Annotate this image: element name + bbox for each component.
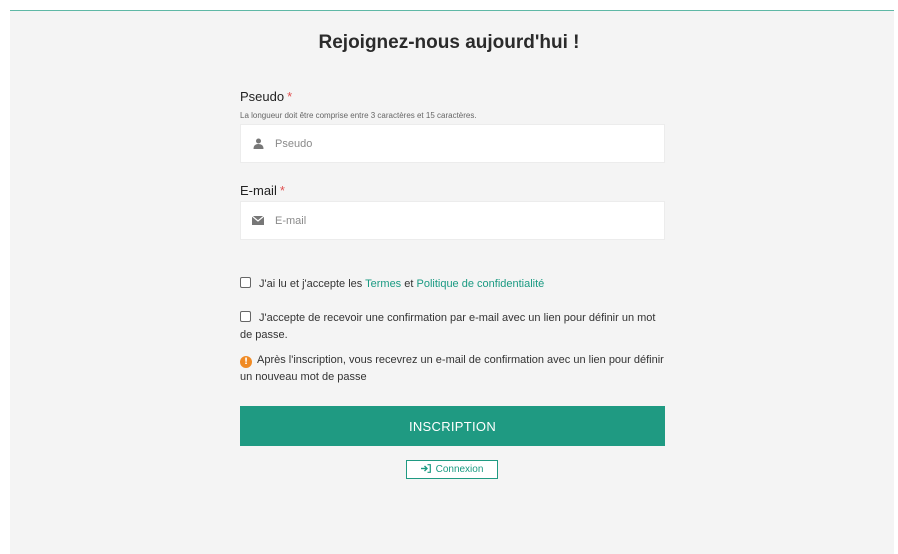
email-label-text: E-mail xyxy=(240,183,277,198)
terms-checkbox[interactable] xyxy=(240,277,251,288)
page-title: Rejoignez-nous aujourd'hui ! xyxy=(318,32,580,53)
info-note: ! Après l'inscription, vous recevrez un e… xyxy=(240,352,670,386)
email-required-mark: * xyxy=(279,183,285,198)
envelope-icon xyxy=(251,214,265,228)
confirm-email-text: J'accepte de recevoir une confirmation p… xyxy=(240,312,656,341)
privacy-link[interactable]: Politique de confidentialité xyxy=(416,278,544,290)
pseudo-label: Pseudo * xyxy=(240,89,292,104)
user-icon xyxy=(251,137,265,151)
pseudo-input[interactable] xyxy=(275,137,635,150)
confirm-email-row: J'accepte de recevoir une confirmation p… xyxy=(240,310,670,344)
terms-row: J'ai lu et j'accepte les Termes et Polit… xyxy=(240,276,670,293)
email-field[interactable] xyxy=(240,201,665,240)
info-icon: ! xyxy=(240,356,252,368)
terms-link[interactable]: Termes xyxy=(365,278,401,290)
pseudo-field[interactable] xyxy=(240,124,665,163)
login-button[interactable]: Connexion xyxy=(406,460,498,479)
login-label: Connexion xyxy=(435,464,484,475)
email-input[interactable] xyxy=(275,214,635,227)
info-text: Après l'inscription, vous recevrez un e-… xyxy=(240,354,664,383)
email-label: E-mail * xyxy=(240,183,285,198)
sign-in-icon xyxy=(420,463,431,476)
terms-prefix: J'ai lu et j'accepte les xyxy=(259,278,366,290)
signup-button[interactable]: INSCRIPTION xyxy=(240,406,665,446)
confirm-email-checkbox[interactable] xyxy=(240,311,251,322)
pseudo-label-text: Pseudo xyxy=(240,89,285,104)
pseudo-hint: La longueur doit être comprise entre 3 c… xyxy=(240,111,477,120)
terms-conjunction: et xyxy=(401,278,417,290)
pseudo-required-mark: * xyxy=(287,89,293,104)
